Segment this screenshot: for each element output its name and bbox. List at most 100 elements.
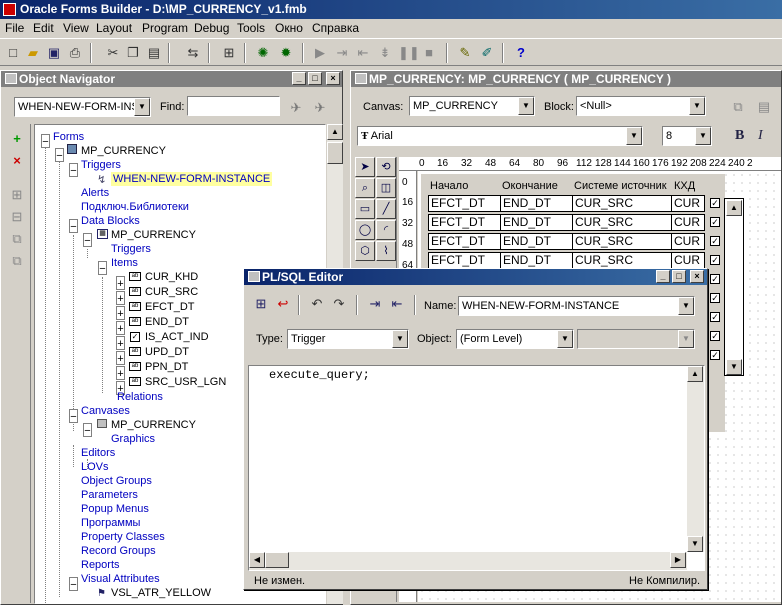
indent-icon[interactable]: ⇥ [366, 295, 384, 313]
undo-icon[interactable]: ↶ [308, 295, 326, 313]
code-vertical-scrollbar[interactable]: ▲ ▼ [687, 366, 704, 552]
run-form-icon[interactable]: ✺ [254, 44, 272, 62]
paste-icon[interactable]: ▤ [145, 44, 163, 62]
menu-help[interactable]: Справка [312, 19, 359, 37]
grid-cell[interactable]: EFCT_DT [428, 195, 501, 212]
scroll-thumb[interactable] [327, 142, 343, 164]
scroll-up-icon[interactable]: ▲ [327, 124, 343, 140]
line-tool-icon[interactable]: ╱ [376, 199, 396, 219]
grid-cell[interactable]: CUR_SRC [572, 252, 672, 269]
grid-cell[interactable]: END_DT [500, 214, 573, 231]
chevron-down-icon[interactable]: ▼ [134, 98, 150, 116]
minimize-button[interactable]: _ [656, 270, 670, 283]
tree-item[interactable]: UPD_DT [145, 345, 189, 359]
type-select[interactable]: Trigger ▼ [287, 329, 409, 349]
synchronize-icon[interactable]: ⧉ [729, 98, 747, 116]
step-over-icon[interactable]: ⇤ [354, 44, 372, 62]
tree-alerts[interactable]: Alerts [81, 186, 109, 200]
tree-trigger-item[interactable]: WHEN-NEW-FORM-INSTANCE [111, 172, 273, 186]
expand-all-icon[interactable]: ⧉ [8, 230, 26, 248]
canvas-select[interactable]: MP_CURRENCY ▼ [409, 96, 535, 116]
grid-cell[interactable]: END_DT [500, 195, 573, 212]
ellipse-tool-icon[interactable]: ◯ [355, 220, 375, 240]
expand-icon[interactable]: ⊞ [8, 186, 26, 204]
trigger-select[interactable]: WHEN-NEW-FORM-INS ▼ [14, 97, 151, 117]
tree-graphics[interactable]: Graphics [111, 432, 155, 446]
properties-icon[interactable]: ▤ [755, 98, 773, 116]
grid-cell[interactable]: CUR [671, 252, 705, 269]
copy-icon[interactable]: ❐ [124, 44, 142, 62]
pause-icon[interactable]: ❚❚ [398, 44, 420, 62]
new-icon[interactable]: □ [4, 44, 22, 62]
grid-cell[interactable]: CUR_SRC [572, 233, 672, 250]
tree-item[interactable]: IS_ACT_IND [145, 330, 209, 344]
tree-object-groups[interactable]: Object Groups [81, 474, 152, 488]
scroll-right-icon[interactable]: ▶ [670, 552, 686, 568]
tree-relations[interactable]: Relations [117, 390, 163, 404]
tree-item[interactable]: CUR_KHD [145, 270, 198, 284]
grid-cell[interactable]: EFCT_DT [428, 233, 501, 250]
grid-checkbox[interactable]: ✓ [710, 236, 720, 246]
menu-debug[interactable]: Debug [194, 19, 229, 37]
chevron-down-icon[interactable]: ▼ [518, 97, 534, 115]
tree-item[interactable]: EFCT_DT [145, 300, 195, 314]
tree-items[interactable]: Items [111, 256, 138, 270]
rotate-tool-icon[interactable]: ⟲ [376, 157, 396, 177]
tree-block-triggers[interactable]: Triggers [111, 242, 151, 256]
tree-visual-attributes[interactable]: Visual Attributes [81, 572, 160, 586]
tree-module[interactable]: MP_CURRENCY [81, 144, 166, 158]
maximize-button[interactable]: □ [672, 270, 686, 283]
save-icon[interactable]: ▣ [45, 44, 63, 62]
find-input[interactable] [187, 96, 280, 116]
menu-layout[interactable]: Layout [96, 19, 132, 37]
grid-checkbox[interactable]: ✓ [710, 312, 720, 322]
chevron-down-icon[interactable]: ▼ [695, 127, 711, 145]
grid-cell[interactable]: END_DT [500, 233, 573, 250]
menu-file[interactable]: File [5, 19, 24, 37]
font-select[interactable]: Ŧ Arial ▼ [357, 126, 643, 146]
arc-tool-icon[interactable]: ◜ [376, 220, 396, 240]
grid-checkbox[interactable]: ✓ [710, 217, 720, 227]
tree-popup-menus[interactable]: Popup Menus [81, 502, 149, 516]
tree-data-blocks[interactable]: Data Blocks [81, 214, 140, 228]
polygon-tool-icon[interactable]: ⬡ [355, 241, 375, 261]
code-horizontal-scrollbar[interactable]: ◀ ▶ [249, 552, 687, 570]
tree-forms[interactable]: Forms [53, 130, 84, 144]
object-select-secondary[interactable]: ▼ [577, 329, 695, 349]
find-prev-icon[interactable]: ✈ [311, 99, 329, 117]
grid-checkbox[interactable]: ✓ [710, 198, 720, 208]
block-select[interactable]: <Null> ▼ [576, 96, 706, 116]
tree-block[interactable]: MP_CURRENCY [111, 228, 196, 242]
debug-icon[interactable]: ✹ [277, 44, 295, 62]
tree-parameters[interactable]: Parameters [81, 488, 138, 502]
collapse-all-icon[interactable]: ⧉ [8, 252, 26, 270]
collapse-icon[interactable]: ⊟ [8, 208, 26, 226]
open-icon[interactable]: ▰ [24, 44, 42, 62]
close-button[interactable]: × [690, 270, 704, 283]
grid-cell[interactable]: CUR [671, 195, 705, 212]
grid-cell[interactable]: EFCT_DT [428, 252, 501, 269]
object-select[interactable]: (Form Level) ▼ [456, 329, 574, 349]
code-text[interactable]: execute_query; [269, 368, 370, 382]
tree-triggers[interactable]: Triggers [81, 158, 121, 172]
close-button[interactable]: × [326, 72, 340, 85]
tree-editors[interactable]: Editors [81, 446, 115, 460]
step-into-icon[interactable]: ⇥ [333, 44, 351, 62]
bold-button[interactable]: B [735, 128, 744, 144]
create-icon[interactable]: + [8, 130, 26, 148]
compile-icon[interactable]: ⊞ [252, 295, 270, 313]
tree-item[interactable]: END_DT [145, 315, 189, 329]
menu-edit[interactable]: Edit [33, 19, 54, 37]
name-select[interactable]: WHEN-NEW-FORM-INSTANCE ▼ [458, 296, 695, 316]
wizard-icon[interactable]: ✎ [456, 44, 474, 62]
tree-item[interactable]: CUR_SRC [145, 285, 198, 299]
grid-checkbox[interactable]: ✓ [710, 350, 720, 360]
reshape-tool-icon[interactable]: ◫ [376, 178, 396, 198]
find-next-icon[interactable]: ✈ [287, 99, 305, 117]
scroll-left-icon[interactable]: ◀ [249, 552, 265, 568]
chevron-down-icon[interactable]: ▼ [678, 330, 694, 348]
cut-icon[interactable]: ✂ [104, 44, 122, 62]
tree-item[interactable]: PPN_DT [145, 360, 188, 374]
chevron-down-icon[interactable]: ▼ [689, 97, 705, 115]
scroll-up-icon[interactable]: ▲ [726, 200, 742, 216]
